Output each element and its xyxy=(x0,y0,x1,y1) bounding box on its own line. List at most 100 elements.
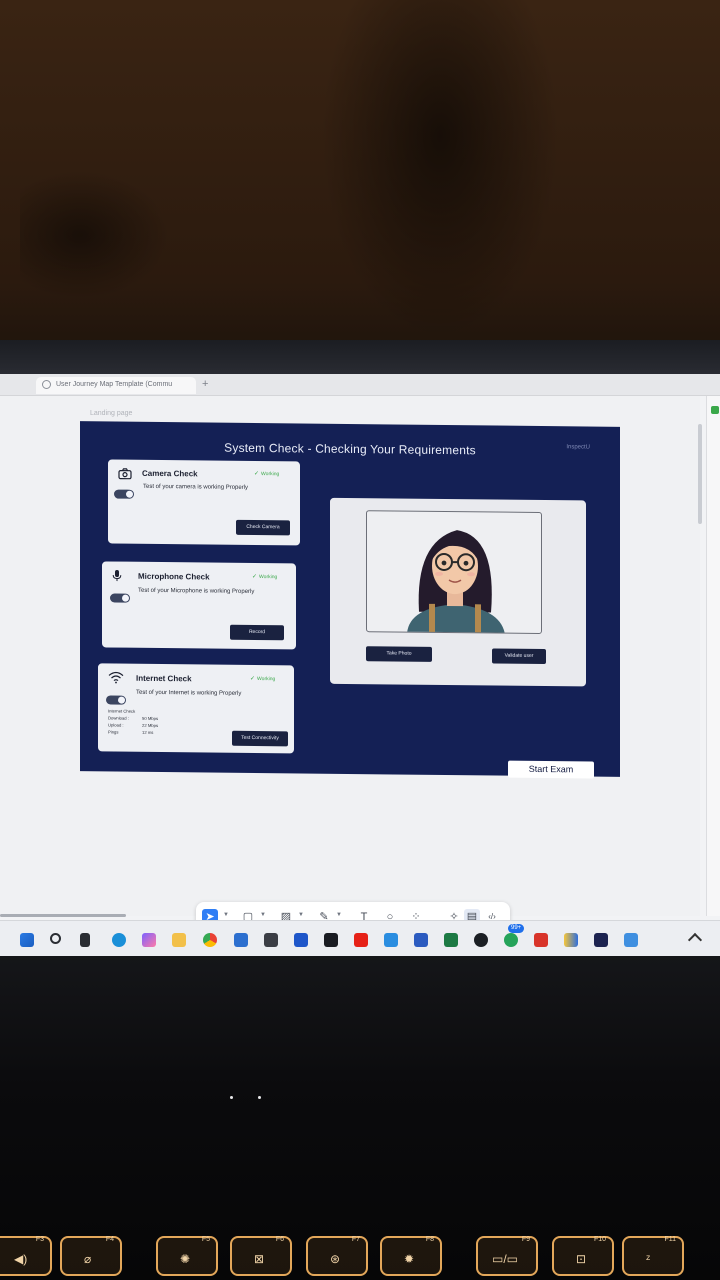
camera-check-title: Camera Check xyxy=(142,468,198,479)
checkmark-icon: ✓ xyxy=(250,675,256,683)
camera-description: Test of your camera is working Properly xyxy=(143,483,249,491)
app-photo-icon[interactable] xyxy=(624,933,638,947)
key-f4[interactable]: F4 ⌀ xyxy=(60,1236,122,1276)
windows-taskbar: 99+ xyxy=(0,920,720,956)
start-exam-button[interactable]: Start Exam xyxy=(508,760,594,779)
browser-tab[interactable]: User Journey Map Template (Commu xyxy=(36,377,196,394)
camera-check-card: Camera Check ✓ Working Test of your camer… xyxy=(108,459,300,546)
search-icon[interactable] xyxy=(50,933,61,944)
stat-row: Pings 12 ms xyxy=(108,728,158,736)
app-dark-icon[interactable] xyxy=(594,933,608,947)
checkmark-icon: ✓ xyxy=(254,470,260,478)
game-launcher-icon[interactable] xyxy=(534,933,548,947)
key-f8[interactable]: F8 ✹ xyxy=(380,1236,442,1276)
laptop-screen: User Journey Map Template (Commu + Landi… xyxy=(0,374,720,958)
properties-panel xyxy=(706,396,720,916)
stat-value: 12 ms xyxy=(142,729,154,735)
sleep-icon: ᶻ xyxy=(646,1252,651,1266)
stat-label: Pings xyxy=(108,729,119,735)
word-icon[interactable] xyxy=(414,933,428,947)
check-camera-button[interactable]: Check Camera xyxy=(236,519,290,536)
github-icon[interactable] xyxy=(474,933,488,947)
keyboard-light-up-icon: ✹ xyxy=(404,1252,415,1266)
brand-logo: InspectU xyxy=(566,444,590,451)
microphone-status: ✓ Working xyxy=(252,573,277,580)
notification-badge: 99+ xyxy=(508,924,525,933)
browser-tab-bar: User Journey Map Template (Commu + xyxy=(0,374,720,396)
camera-status: ✓ Working xyxy=(254,470,279,477)
fan-icon: ✺ xyxy=(180,1252,191,1266)
frame-label[interactable]: Landing page xyxy=(90,410,132,417)
microphone-toggle[interactable] xyxy=(110,593,130,603)
task-view-icon[interactable] xyxy=(80,933,90,947)
key-f6[interactable]: F6 ⊠ xyxy=(230,1236,292,1276)
display-switch-icon: ▭/▭ xyxy=(492,1252,519,1266)
function-key-row: F3 ◀) F4 ⌀ F5 ✺ F6 ⊠ F7 ⊛ F8 ✹ F9 ▭/▭ F1… xyxy=(0,1230,720,1280)
app-yellow-icon[interactable] xyxy=(564,933,578,947)
edge-icon[interactable] xyxy=(112,933,126,947)
background-shadow xyxy=(320,0,560,340)
camera-preview xyxy=(366,510,542,635)
microphone-check-title: Microphone Check xyxy=(138,571,210,582)
internet-check-card: Internet Check ✓ Working Test of your Int… xyxy=(98,663,294,754)
chevron-down-icon[interactable]: ▼ xyxy=(260,912,266,918)
store-icon[interactable] xyxy=(234,933,248,947)
panel-icon xyxy=(711,406,719,414)
key-f10[interactable]: F10 ⊡ xyxy=(552,1236,614,1276)
background-plant xyxy=(20,170,170,300)
horizontal-scrollbar[interactable] xyxy=(0,914,126,917)
internet-status: ✓ Working xyxy=(250,675,275,682)
microphone-icon xyxy=(112,570,122,582)
key-f3[interactable]: F3 ◀) xyxy=(0,1236,52,1276)
wifi-icon xyxy=(108,671,124,684)
page-title: System Check - Checking Your Requirement… xyxy=(224,440,476,458)
internet-description: Test of your Internet is working Properl… xyxy=(136,689,242,697)
key-f9[interactable]: F9 ▭/▭ xyxy=(476,1236,538,1276)
file-explorer-icon[interactable] xyxy=(172,933,186,947)
design-canvas[interactable]: Landing page System Check - Checking You… xyxy=(0,396,702,932)
key-f7[interactable]: F7 ⊛ xyxy=(306,1236,368,1276)
microphone-check-card: Microphone Check ✓ Working Test of your M… xyxy=(102,561,296,650)
internet-status-text: Working xyxy=(257,676,276,683)
key-f11[interactable]: F11 ᶻ xyxy=(622,1236,684,1276)
excel-icon[interactable] xyxy=(444,933,458,947)
vertical-scrollbar[interactable] xyxy=(698,424,702,524)
validate-user-button[interactable]: Validate user xyxy=(492,648,546,665)
camera-icon xyxy=(118,468,132,480)
indicator-light xyxy=(230,1096,233,1099)
chevron-down-icon[interactable]: ▼ xyxy=(298,912,304,918)
microphone-status-text: Working xyxy=(259,574,278,581)
internet-stats: Internet Check Download :50 Mbps Upload … xyxy=(108,707,158,736)
indicator-light xyxy=(258,1096,261,1099)
vscode-icon[interactable] xyxy=(384,933,398,947)
mic-mute-icon: ⌀ xyxy=(84,1252,92,1266)
app-blue-icon[interactable] xyxy=(294,933,308,947)
app-cube-icon[interactable] xyxy=(264,933,278,947)
chevron-down-icon[interactable]: ▼ xyxy=(223,912,229,918)
chevron-down-icon[interactable]: ▼ xyxy=(336,912,342,918)
keyboard-light-down-icon: ⊛ xyxy=(330,1252,341,1266)
laptop-top-bezel xyxy=(0,340,720,376)
touchpad-lock-icon: ⊠ xyxy=(254,1252,265,1266)
system-check-frame[interactable]: System Check - Checking Your Requirement… xyxy=(80,421,620,779)
internet-toggle[interactable] xyxy=(106,695,126,705)
record-button[interactable]: Record xyxy=(230,624,284,641)
new-tab-button[interactable]: + xyxy=(202,378,208,390)
chevron-up-icon[interactable] xyxy=(687,932,703,948)
browser-tab-title: User Journey Map Template (Commu xyxy=(56,381,173,388)
windows-start-icon[interactable] xyxy=(20,933,34,947)
user-avatar-illustration xyxy=(407,530,505,635)
volume-up-icon: ◀) xyxy=(14,1252,28,1266)
youtube-icon[interactable] xyxy=(354,933,368,947)
whatsapp-icon[interactable] xyxy=(504,933,518,947)
test-connectivity-button[interactable]: Test Connectivity xyxy=(232,730,288,747)
camera-status-text: Working xyxy=(261,471,280,478)
take-photo-button[interactable]: Take Photo xyxy=(366,646,432,662)
chrome-icon[interactable] xyxy=(203,933,217,947)
figma-tab-icon xyxy=(42,380,51,389)
tv-icon[interactable] xyxy=(324,933,338,947)
key-f5[interactable]: F5 ✺ xyxy=(156,1236,218,1276)
camera-toggle[interactable] xyxy=(114,489,134,499)
screen-capture-icon: ⊡ xyxy=(576,1252,587,1266)
copilot-icon[interactable] xyxy=(142,933,156,947)
